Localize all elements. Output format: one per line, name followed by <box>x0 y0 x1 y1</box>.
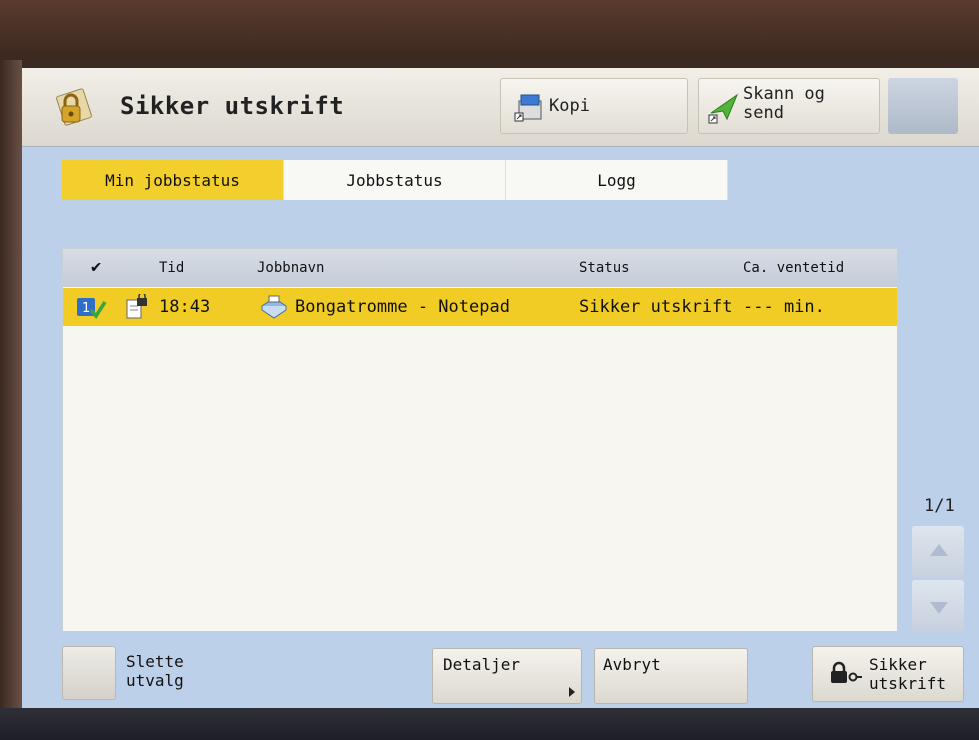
column-time: Tid <box>159 260 185 276</box>
scan-send-button[interactable]: Skann og send <box>698 78 880 134</box>
touch-screen: Sikker utskrift Kopi Skann og send Min j… <box>22 68 979 708</box>
arrow-up-icon <box>930 544 948 556</box>
printer-icon <box>261 295 287 319</box>
submenu-arrow-icon <box>569 687 575 697</box>
app-header: Sikker utskrift Kopi Skann og send <box>22 68 979 147</box>
column-status: Status <box>579 260 630 276</box>
send-icon <box>708 93 739 124</box>
lock-key-icon <box>831 661 862 683</box>
details-button-label: Detaljer <box>443 655 521 674</box>
tab-job-status[interactable]: Jobbstatus <box>284 160 506 200</box>
device-bezel-left <box>0 60 22 708</box>
select-all-label: Slette utvalg <box>126 652 206 690</box>
cancel-button-label: Avbryt <box>603 655 661 674</box>
scan-send-button-label: Skann og send <box>743 84 825 123</box>
locked-document-icon <box>126 294 147 319</box>
cancel-button[interactable]: Avbryt <box>594 648 748 704</box>
queue-number-badge-icon: 1 <box>77 298 107 319</box>
scroll-up-button[interactable] <box>912 526 964 578</box>
checkmark-icon: ✔ <box>91 257 102 277</box>
job-list: ✔ Tid Jobbnavn Status Ca. ventetid 1 18:… <box>62 248 898 632</box>
tab-log[interactable]: Logg <box>506 160 728 200</box>
job-name: Bongatromme - Notepad <box>295 297 510 317</box>
device-bezel-bottom <box>0 708 979 740</box>
job-time: 18:43 <box>159 297 211 317</box>
app-title: Sikker utskrift <box>120 92 345 120</box>
tab-my-job-status[interactable]: Min jobbstatus <box>62 160 284 200</box>
table-row[interactable]: 1 18:43 Bongatromme - Notepad Sikker uts… <box>63 288 897 326</box>
column-wait-time: Ca. ventetid <box>743 260 845 276</box>
copy-button[interactable]: Kopi <box>500 78 688 134</box>
job-status: Sikker utskrift <box>579 297 733 317</box>
job-list-header: ✔ Tid Jobbnavn Status Ca. ventetid <box>63 249 897 287</box>
column-job-name: Jobbnavn <box>257 260 325 276</box>
device-bezel-top <box>0 0 979 60</box>
copy-icon <box>514 94 542 122</box>
select-all-checkbox[interactable] <box>62 646 116 700</box>
menu-button[interactable] <box>888 78 958 134</box>
scroll-down-button[interactable] <box>912 580 964 632</box>
tab-bar: Min jobbstatus Jobbstatus Logg <box>62 160 728 200</box>
secure-print-button[interactable]: Sikker utskrift <box>812 646 964 702</box>
page-indicator: 1/1 <box>924 496 955 516</box>
arrow-down-icon <box>930 602 948 614</box>
details-button[interactable]: Detaljer <box>432 648 582 704</box>
job-wait-time: --- min. <box>743 297 825 317</box>
copy-button-label: Kopi <box>549 96 590 116</box>
queue-number: 1 <box>82 301 90 316</box>
secure-print-icon <box>56 88 92 126</box>
secure-print-button-label: Sikker utskrift <box>869 655 947 693</box>
select-all-label-text: Slette utvalg <box>126 652 184 690</box>
